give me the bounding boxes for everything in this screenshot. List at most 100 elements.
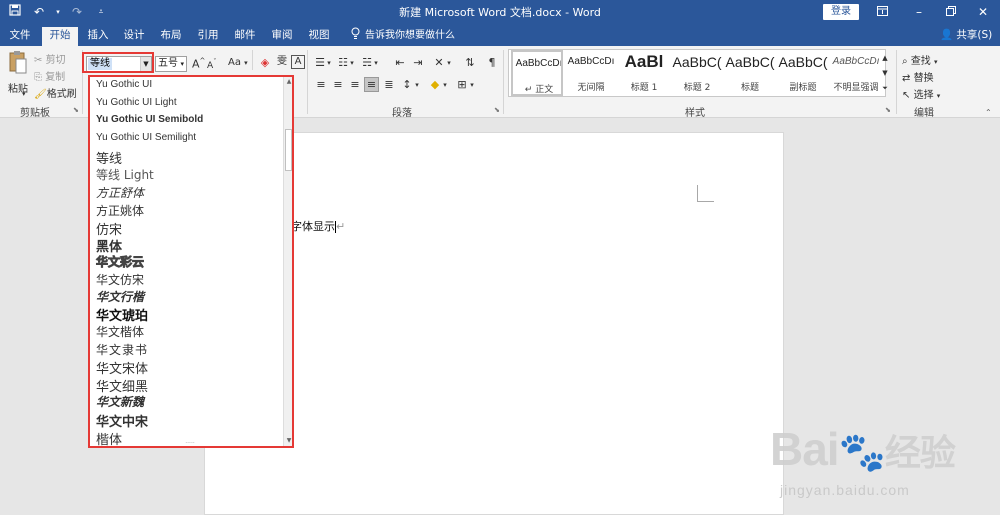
replace-button[interactable]: ⇄ 替换 xyxy=(902,69,934,84)
cut-button[interactable]: ✂ 剪切 xyxy=(34,51,66,66)
chevron-down-icon[interactable]: ▾ xyxy=(326,56,332,70)
gallery-scroll-down-icon[interactable]: ▼ xyxy=(880,66,890,80)
align-left-icon[interactable]: ≡ xyxy=(314,78,328,92)
resize-grip-icon[interactable]: ····· xyxy=(182,441,198,447)
borders-icon[interactable]: ⊞ xyxy=(455,78,469,92)
tab-review[interactable]: 审阅 xyxy=(266,27,298,46)
font-option[interactable]: Yu Gothic UI Semibold xyxy=(96,114,203,125)
style-normal[interactable]: AaBbCcDı ↵ 正文 xyxy=(511,50,563,96)
font-option[interactable]: 华文仿宋 xyxy=(96,271,144,288)
phonetic-guide-icon[interactable]: 雯 xyxy=(275,55,289,69)
tab-insert[interactable]: 插入 xyxy=(82,27,114,46)
font-option[interactable]: Yu Gothic UI Semilight xyxy=(96,132,196,143)
scroll-up-icon[interactable]: ▲ xyxy=(284,77,292,87)
character-border-icon[interactable]: A xyxy=(291,55,305,69)
gallery-scroll-up-icon[interactable]: ▲ xyxy=(880,51,890,65)
justify-icon[interactable]: ≡ xyxy=(364,77,379,92)
ribbon-display-options-icon[interactable] xyxy=(865,0,899,24)
document-text[interactable]: 字体显示↵ xyxy=(291,218,345,234)
font-option[interactable]: Yu Gothic UI xyxy=(96,79,152,90)
tab-layout[interactable]: 布局 xyxy=(155,27,187,46)
grow-font-button[interactable]: A^ xyxy=(192,57,205,71)
font-option[interactable]: 华文琥珀 xyxy=(96,305,148,324)
show-formatting-marks-icon[interactable]: ¶ xyxy=(486,56,498,70)
chevron-down-icon[interactable]: ▾ xyxy=(442,78,448,92)
font-option[interactable]: 方正舒体 xyxy=(96,184,144,201)
align-center-icon[interactable]: ≡ xyxy=(331,78,345,92)
chevron-down-icon[interactable]: ▾ xyxy=(446,56,452,70)
tell-me-box[interactable]: 告诉我你想要做什么 xyxy=(350,27,455,45)
style-subtitle[interactable]: AaBbC( 副标题 xyxy=(777,50,829,96)
tab-design[interactable]: 设计 xyxy=(118,27,150,46)
tab-references[interactable]: 引用 xyxy=(192,27,224,46)
font-option[interactable]: Yu Gothic UI Light xyxy=(96,97,177,108)
multilevel-list-icon[interactable]: ☵ xyxy=(361,56,373,70)
dropdown-arrow-icon[interactable]: ▾ xyxy=(54,3,62,21)
sort-icon[interactable]: ⇅ xyxy=(464,56,476,70)
select-button[interactable]: ↖ 选择 ▾ xyxy=(902,86,940,101)
styles-launcher-icon[interactable]: ⬊ xyxy=(885,106,891,114)
close-icon[interactable]: ✕ xyxy=(966,0,1000,24)
scrollbar-thumb[interactable] xyxy=(285,129,292,171)
undo-icon[interactable]: ↶ xyxy=(30,3,48,21)
scroll-down-icon[interactable]: ▼ xyxy=(284,436,292,446)
gallery-more-icon[interactable]: ⏷ xyxy=(880,81,890,95)
font-option[interactable]: 华文楷体 xyxy=(96,323,144,340)
align-right-icon[interactable]: ≡ xyxy=(348,78,362,92)
font-option[interactable]: 华文隶书 xyxy=(96,341,148,358)
login-button[interactable]: 登录 xyxy=(823,4,859,20)
clipboard-launcher-icon[interactable]: ⬊ xyxy=(73,106,79,114)
copy-button[interactable]: ⎘ 复制 xyxy=(34,68,65,83)
font-option[interactable]: 华文宋体 xyxy=(96,358,148,377)
chevron-down-icon[interactable]: ▾ xyxy=(349,56,355,70)
format-painter-button[interactable]: 🖌格式刷 xyxy=(34,85,77,100)
style-heading-2[interactable]: AaBbC( 标题 2 xyxy=(671,50,723,96)
minimize-icon[interactable]: – xyxy=(902,0,936,24)
decrease-indent-icon[interactable]: ⇤ xyxy=(393,56,407,70)
font-option[interactable]: 等线 xyxy=(96,148,122,167)
font-list-scrollbar[interactable]: ▲ ▼ xyxy=(283,77,292,446)
increase-indent-icon[interactable]: ⇥ xyxy=(411,56,425,70)
clear-formatting-icon[interactable]: ◈ xyxy=(258,56,272,70)
style-no-spacing[interactable]: AaBbCcDı 无间隔 xyxy=(565,50,617,96)
paragraph-launcher-icon[interactable]: ⬊ xyxy=(494,106,500,114)
editing-group-label: 编辑 xyxy=(914,108,934,119)
line-spacing-icon[interactable]: ↕ xyxy=(400,78,414,92)
style-heading-1[interactable]: AaBl 标题 1 xyxy=(618,50,670,96)
chevron-down-icon[interactable]: ▾ xyxy=(373,56,379,70)
font-size-combo[interactable]: 五号 ▾ xyxy=(155,56,187,72)
font-dropdown-list[interactable]: Yu Gothic UI Yu Gothic UI Light Yu Gothi… xyxy=(88,75,294,448)
chevron-down-icon[interactable]: ▾ xyxy=(414,78,420,92)
tab-mailings[interactable]: 邮件 xyxy=(229,27,261,46)
paste-dropdown-icon[interactable]: ▾ xyxy=(22,90,26,98)
font-option[interactable]: 华文中宋 xyxy=(96,411,148,430)
change-case-button[interactable]: Aa ▾ xyxy=(228,57,248,68)
font-option[interactable]: 华文彩云 xyxy=(96,253,145,270)
shading-icon[interactable]: ◆ xyxy=(428,78,442,92)
font-option[interactable]: 方正姚体 xyxy=(96,202,144,219)
tab-home[interactable]: 开始 xyxy=(42,27,78,46)
font-option[interactable]: 华文新魏 xyxy=(96,393,144,410)
collapse-ribbon-icon[interactable]: ⌃ xyxy=(985,108,992,117)
shrink-font-button[interactable]: Aˇ xyxy=(207,58,217,71)
paste-icon[interactable] xyxy=(8,50,28,78)
font-option[interactable]: 等线 Light xyxy=(96,166,154,183)
share-button[interactable]: 👤 共享(S) xyxy=(940,27,992,44)
chevron-down-icon[interactable]: ▾ xyxy=(180,57,184,71)
find-button[interactable]: ⌕ 查找 ▾ xyxy=(902,52,938,67)
bullets-icon[interactable]: ☰ xyxy=(314,56,326,70)
tab-file[interactable]: 文件 xyxy=(4,27,36,46)
save-icon[interactable] xyxy=(6,3,24,21)
distributed-icon[interactable]: ≣ xyxy=(382,78,396,92)
chevron-down-icon[interactable]: ▾ xyxy=(469,78,475,92)
style-subtle-emphasis[interactable]: AaBbCcDı 不明显强调 xyxy=(830,50,882,96)
style-title[interactable]: AaBbC( 标题 xyxy=(724,50,776,96)
chinese-layout-icon[interactable]: ✕ xyxy=(432,56,446,70)
font-option[interactable]: 华文行楷 xyxy=(96,288,144,305)
redo-icon[interactable]: ↷ xyxy=(68,3,86,21)
maximize-icon[interactable] xyxy=(934,0,968,24)
customize-qat-icon[interactable]: ⩡ xyxy=(92,3,110,21)
numbering-icon[interactable]: ☷ xyxy=(337,56,349,70)
font-option[interactable]: 楷体 xyxy=(96,429,122,446)
tab-view[interactable]: 视图 xyxy=(303,27,335,46)
